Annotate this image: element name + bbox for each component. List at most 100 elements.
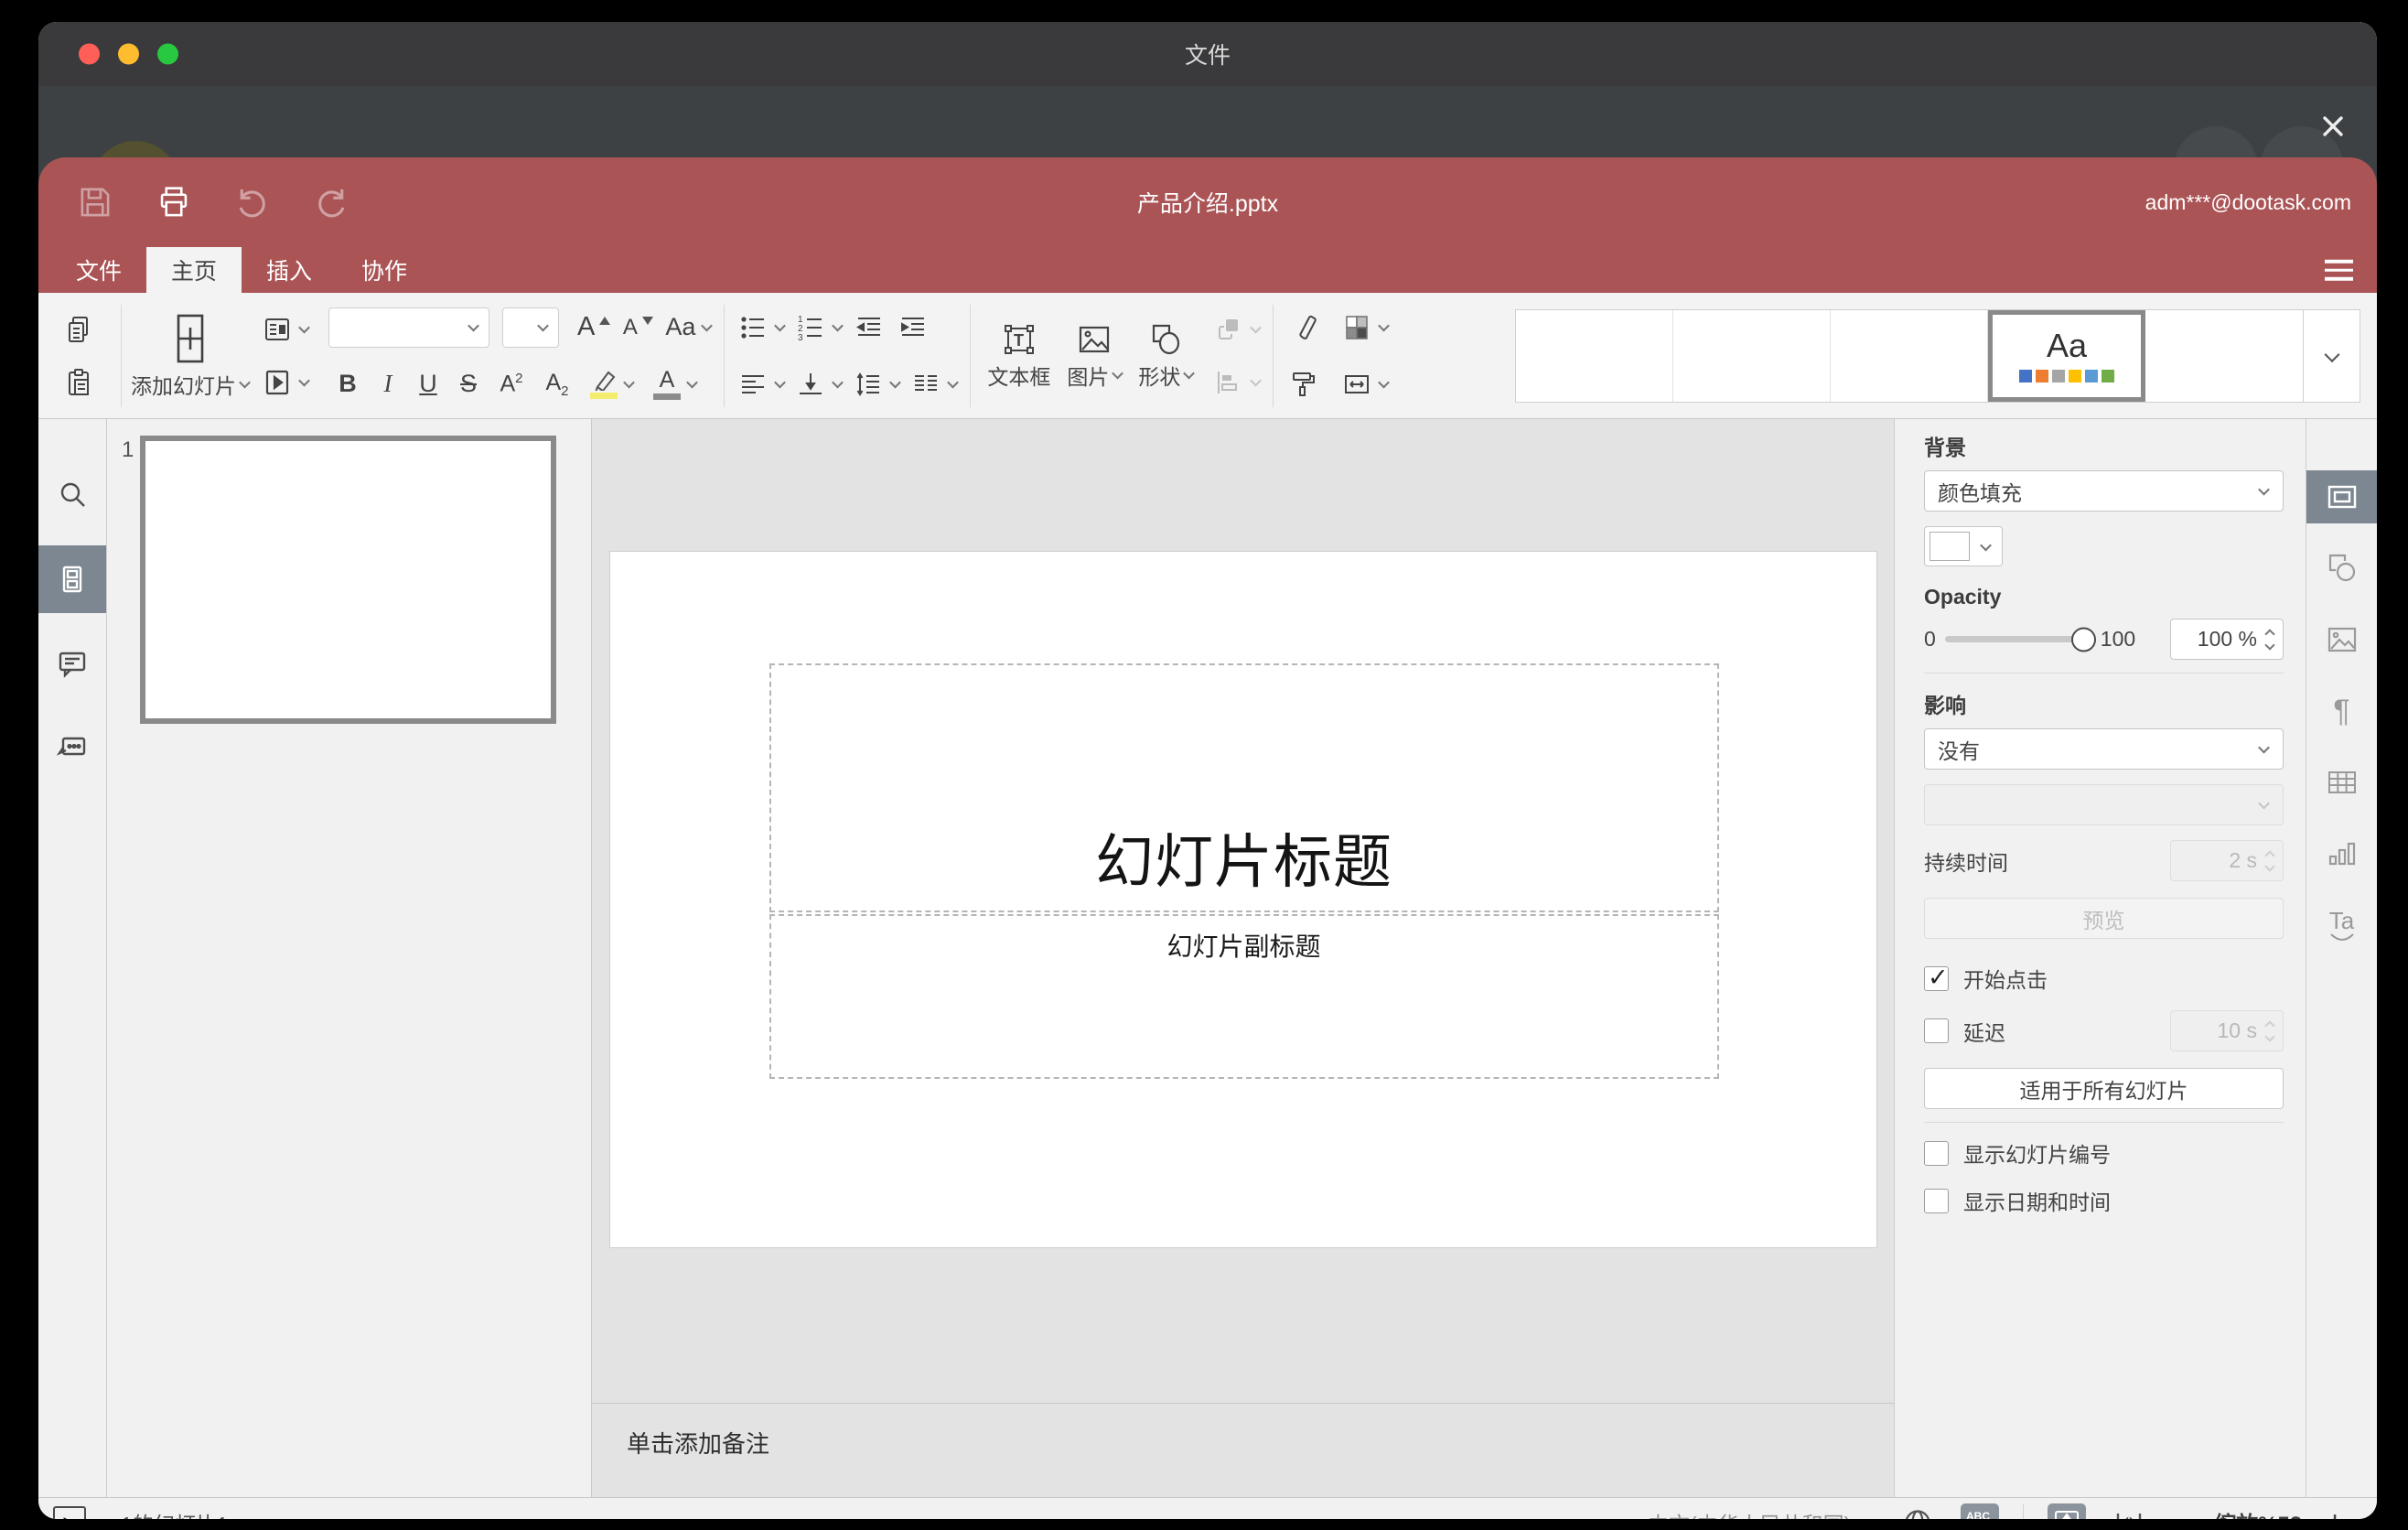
save-icon[interactable] [77,184,113,221]
preview-button[interactable]: 预览 [1924,898,2284,939]
font-name-input[interactable] [328,307,489,348]
effect-select[interactable]: 没有 [1924,728,2284,770]
chat-icon[interactable] [38,714,106,781]
horizontal-align-icon[interactable] [734,361,788,408]
copy-icon[interactable] [59,306,99,353]
slide-subtitle-placeholder[interactable]: 幻灯片副标题 [769,914,1719,1079]
undo-icon[interactable] [234,184,271,221]
print-icon[interactable] [156,184,192,221]
background-fill-select[interactable]: 颜色填充 [1924,470,2284,512]
theme-tile[interactable] [1673,309,1831,402]
increase-font-icon[interactable]: A [574,304,614,351]
slide-thumbnail[interactable] [140,436,556,724]
shape-settings-icon[interactable] [2306,542,2377,595]
language-selector[interactable]: 中文(中华人民共和国) [1648,1507,1875,1520]
editor-header: 产品介绍.pptx adm***@dootask.com [38,157,2377,247]
duration-spinner[interactable]: 2 s [2170,840,2284,881]
main-area: 1 幻灯片标题 幻灯片副标题 单击添加备注 背景 颜色填充 Opacity 0 … [38,419,2377,1497]
color-scheme-icon[interactable] [1338,304,1392,351]
show-date-time-checkbox[interactable] [1924,1188,1949,1213]
maximize-window-button[interactable] [157,43,178,65]
opacity-slider-handle[interactable] [2070,627,2096,652]
italic-button[interactable]: I [374,361,402,408]
paste-icon[interactable] [59,359,99,406]
slide-title-placeholder[interactable]: 幻灯片标题 [769,663,1719,912]
menu-icon[interactable] [2325,259,2353,281]
image-settings-icon[interactable] [2306,613,2377,666]
change-case-icon[interactable]: Aa [661,304,715,351]
bullet-list-icon[interactable] [734,304,788,351]
insert-image-button[interactable]: 图片 [1059,299,1129,413]
start-on-click-checkbox[interactable] [1924,964,1949,992]
start-slideshow-status-icon[interactable]: ▶ [53,1505,86,1519]
notes-input[interactable]: 单击添加备注 [592,1403,1894,1497]
add-slide-button[interactable]: 添加幻灯片 [131,299,251,413]
chart-settings-icon[interactable] [2306,827,2377,880]
effect-type-select[interactable] [1924,784,2284,825]
font-color-button[interactable]: A [650,361,700,408]
columns-icon[interactable] [907,361,961,408]
tab-collaboration[interactable]: 协作 [337,247,432,293]
decrease-indent-icon[interactable] [849,304,889,351]
start-slideshow-button[interactable] [258,359,312,406]
increase-indent-icon[interactable] [893,304,933,351]
close-window-button[interactable] [79,43,100,65]
tab-home[interactable]: 主页 [146,247,242,293]
set-language-icon[interactable] [1898,1503,1937,1519]
tab-file[interactable]: 文件 [51,247,146,293]
slide-layout-button[interactable] [258,306,312,353]
decrease-font-icon[interactable]: A [618,304,658,351]
fit-to-width-icon[interactable] [2110,1503,2148,1519]
minimize-window-button[interactable] [118,43,139,65]
slide-canvas[interactable]: 幻灯片标题 幻灯片副标题 [592,419,1894,1403]
add-slide-label[interactable]: 添加幻灯片 [131,369,251,400]
font-size-input[interactable] [502,307,559,348]
superscript-button[interactable]: A2 [495,361,528,408]
table-settings-icon[interactable] [2306,756,2377,809]
highlight-color-button[interactable] [586,361,637,408]
slideshow-options-chevron-icon[interactable] [91,1515,102,1519]
theme-tile[interactable] [2145,309,2303,402]
text-art-settings-icon[interactable]: Ta [2306,899,2377,952]
subscript-button[interactable]: A2 [541,361,574,408]
comments-icon[interactable] [38,630,106,697]
vertical-align-icon[interactable] [791,361,845,408]
opacity-stepper[interactable] [2264,628,2275,651]
line-spacing-icon[interactable] [849,361,903,408]
theme-tile[interactable] [1831,309,1988,402]
arrange-shape-icon[interactable] [1209,306,1263,353]
background-color-picker[interactable] [1924,526,2003,566]
insert-textbox-button[interactable]: T 文本框 [980,299,1058,413]
zoom-out-button[interactable]: − [2172,1507,2190,1520]
redo-icon[interactable] [313,184,349,221]
numbered-list-icon[interactable]: 123 [791,304,845,351]
strikethrough-button[interactable]: S [455,361,482,408]
tab-insert[interactable]: 插入 [242,247,337,293]
search-icon[interactable] [38,461,106,529]
apply-to-all-slides-button[interactable]: 适用于所有幻灯片 [1924,1068,2284,1109]
slide[interactable]: 幻灯片标题 幻灯片副标题 [609,552,1876,1247]
spellcheck-icon[interactable]: ABC [1961,1503,2000,1519]
slide-size-icon[interactable] [1338,361,1392,408]
fit-to-slide-icon[interactable] [2048,1503,2087,1519]
clear-style-icon[interactable] [1283,304,1323,351]
slide-settings-icon[interactable] [2306,470,2377,523]
theme-tile-selected[interactable]: Aa [1988,309,2145,402]
zoom-in-button[interactable]: + [2326,1507,2344,1520]
show-slide-number-checkbox[interactable] [1924,1140,1949,1166]
delay-spinner[interactable]: 10 s [2170,1010,2284,1051]
theme-gallery-expand-icon[interactable] [2303,309,2360,402]
opacity-spinner[interactable]: 100 % [2170,619,2284,660]
align-shape-icon[interactable] [1209,359,1263,406]
slides-panel-icon[interactable] [38,545,106,613]
opacity-slider[interactable] [1944,627,2096,652]
copy-style-icon[interactable] [1283,361,1323,408]
close-icon[interactable] [2313,106,2353,146]
theme-gallery: Aa [1515,308,2360,403]
delay-checkbox[interactable] [1924,1018,1949,1043]
underline-button[interactable]: U [414,361,442,408]
insert-shape-button[interactable]: 形状 [1131,299,1200,413]
paragraph-settings-icon[interactable]: ¶ [2306,684,2377,738]
theme-tile[interactable] [1516,309,1673,402]
bold-button[interactable]: B [334,361,361,408]
